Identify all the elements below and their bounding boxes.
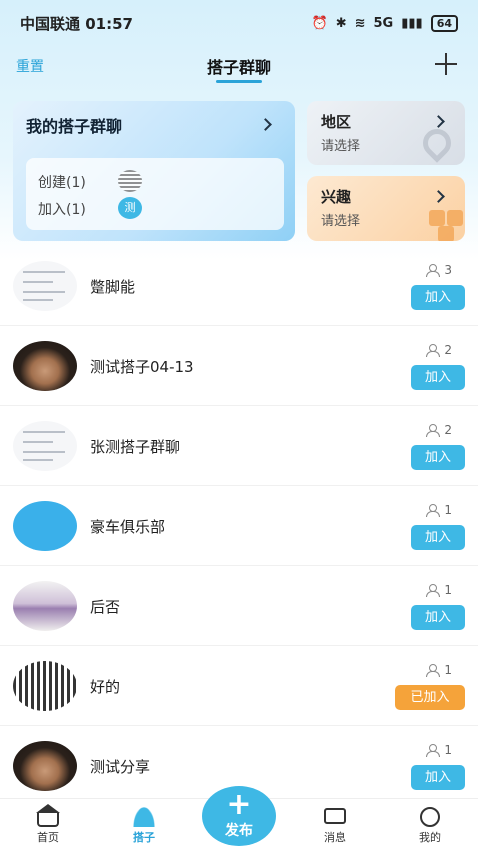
list-item[interactable]: 测试搭子04-13 2 加入 — [0, 326, 478, 406]
joined-group-avatar: 测 — [118, 197, 142, 219]
person-icon — [426, 744, 441, 757]
join-button[interactable]: 加入 — [411, 285, 465, 310]
home-icon — [37, 813, 59, 827]
status-icons: ⏰ ✱ ≋ 5G ▮▮▮ 64 — [311, 14, 458, 32]
member-count: 1 — [426, 503, 452, 517]
blocks-icon — [429, 210, 445, 226]
face-icon — [420, 807, 440, 827]
publish-label: 发布 — [225, 823, 253, 839]
message-icon — [324, 808, 346, 824]
group-name: 测试分享 — [90, 758, 151, 776]
member-count-value: 1 — [444, 743, 452, 757]
member-count-value: 1 — [444, 583, 452, 597]
nav-bar: 重置 搭子群聊 — [0, 46, 478, 86]
joined-button[interactable]: 已加入 — [395, 685, 465, 710]
blocks-icon — [438, 226, 454, 241]
person-icon — [426, 344, 441, 357]
plus-icon: + — [226, 787, 252, 822]
member-count-value: 1 — [444, 663, 452, 677]
member-count-value: 2 — [444, 423, 452, 437]
group-list: 蹩脚能 3 加入 测试搭子04-13 2 加入 张测搭子群聊 2 加入 豪车俱乐部 1 加入 后否 1 加入… — [0, 246, 478, 806]
add-icon[interactable] — [432, 50, 460, 78]
group-name: 好的 — [90, 678, 121, 696]
member-count: 2 — [426, 423, 452, 437]
joined-count: 加入(1) — [38, 202, 86, 218]
blocks-icon — [447, 210, 463, 226]
member-count: 1 — [426, 663, 452, 677]
group-avatar — [13, 581, 77, 631]
person-icon — [426, 664, 441, 677]
interest-placeholder: 请选择 — [321, 214, 361, 229]
tab-messages[interactable]: 消息 — [287, 799, 383, 850]
list-item[interactable]: 好的 1 已加入 — [0, 646, 478, 726]
group-avatar — [13, 421, 77, 471]
tab-partner[interactable]: 搭子 — [96, 799, 192, 850]
people-icon — [133, 807, 155, 827]
join-button[interactable]: 加入 — [411, 525, 465, 550]
person-icon — [426, 504, 441, 517]
group-name: 张测搭子群聊 — [90, 438, 181, 456]
member-count: 1 — [426, 743, 452, 757]
person-icon — [426, 424, 441, 437]
tab-messages-label: 消息 — [324, 831, 346, 844]
status-bar: 中国联通 01:57 ⏰ ✱ ≋ 5G ▮▮▮ 64 — [0, 0, 478, 46]
member-count-value: 2 — [444, 343, 452, 357]
person-icon — [426, 264, 441, 277]
signal-icon: ▮▮▮ — [401, 15, 423, 31]
wifi-icon: ≋ — [354, 15, 366, 31]
region-title: 地区 — [321, 113, 352, 131]
created-group-avatar — [118, 170, 142, 192]
tab-me[interactable]: 我的 — [382, 799, 478, 850]
chevron-right-icon — [432, 115, 445, 128]
my-groups-card[interactable]: 我的搭子群聊 创建(1) 加入(1) 测 — [13, 101, 295, 241]
group-name: 蹩脚能 — [90, 278, 136, 296]
group-avatar — [13, 261, 77, 311]
location-pin-icon — [417, 123, 457, 163]
join-button[interactable]: 加入 — [411, 765, 465, 790]
alarm-icon: ⏰ — [311, 15, 328, 31]
interest-filter[interactable]: 兴趣 请选择 — [307, 176, 465, 241]
tab-home[interactable]: 首页 — [0, 799, 96, 850]
member-count-value: 3 — [444, 263, 452, 277]
member-count: 3 — [426, 263, 452, 277]
list-item[interactable]: 张测搭子群聊 2 加入 — [0, 406, 478, 486]
list-item[interactable]: 后否 1 加入 — [0, 566, 478, 646]
created-count: 创建(1) — [38, 175, 86, 191]
member-count-value: 1 — [444, 503, 452, 517]
group-avatar — [13, 741, 77, 791]
join-button[interactable]: 加入 — [411, 605, 465, 630]
person-icon — [426, 584, 441, 597]
group-name: 豪车俱乐部 — [90, 518, 166, 536]
chevron-right-icon — [259, 118, 272, 131]
list-item[interactable]: 蹩脚能 3 加入 — [0, 246, 478, 326]
list-item[interactable]: 豪车俱乐部 1 加入 — [0, 486, 478, 566]
my-groups-summary: 创建(1) 加入(1) 测 — [26, 158, 284, 230]
region-placeholder: 请选择 — [321, 139, 361, 154]
group-avatar — [13, 661, 77, 711]
tab-me-label: 我的 — [419, 831, 441, 844]
battery-icon: 64 — [430, 14, 458, 32]
home-roof — [36, 804, 60, 813]
title-underline — [216, 80, 262, 83]
bluetooth-icon: ✱ — [335, 15, 347, 31]
chevron-right-icon — [432, 190, 445, 203]
join-button[interactable]: 加入 — [411, 365, 465, 390]
group-name: 后否 — [90, 598, 121, 616]
group-avatar — [13, 341, 77, 391]
join-button[interactable]: 加入 — [411, 445, 465, 470]
member-count: 1 — [426, 583, 452, 597]
page-title: 搭子群聊 — [206, 58, 271, 77]
member-count: 2 — [426, 343, 452, 357]
interest-title: 兴趣 — [321, 188, 352, 206]
tab-partner-label: 搭子 — [133, 831, 155, 844]
region-filter[interactable]: 地区 请选择 — [307, 101, 465, 165]
network-type: 5G — [373, 15, 394, 31]
publish-button[interactable]: + 发布 — [202, 786, 276, 846]
my-groups-title: 我的搭子群聊 — [26, 117, 123, 136]
carrier-time: 中国联通 01:57 — [20, 14, 133, 33]
group-avatar — [13, 501, 77, 551]
tab-home-label: 首页 — [37, 831, 59, 844]
group-name: 测试搭子04-13 — [90, 358, 194, 376]
